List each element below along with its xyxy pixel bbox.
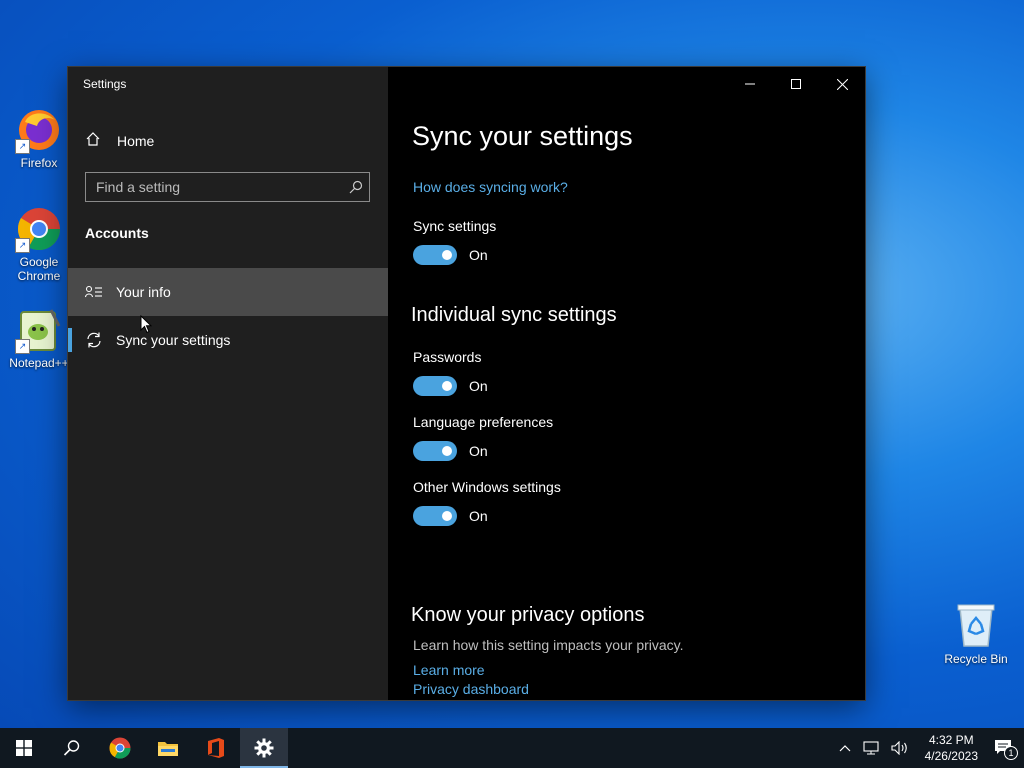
- sync-settings-label: Sync settings: [413, 218, 497, 234]
- language-preferences-label: Language preferences: [413, 414, 554, 430]
- shortcut-arrow-icon: ↗: [15, 139, 30, 154]
- search-icon[interactable]: [343, 180, 369, 194]
- minimize-icon: [745, 83, 755, 85]
- notepadpp-icon: ↗: [15, 306, 63, 354]
- start-button[interactable]: [0, 728, 48, 768]
- sidebar-item-your-info[interactable]: Your info: [68, 268, 388, 316]
- clock[interactable]: 4:32 PM 4/26/2023: [925, 732, 978, 764]
- toggle-knob: [442, 511, 452, 521]
- chrome-icon: [109, 737, 131, 759]
- sidebar-item-sync-settings[interactable]: Sync your settings: [68, 316, 388, 364]
- notification-badge: 1: [1004, 746, 1018, 760]
- toggle-knob: [442, 381, 452, 391]
- other-windows-settings-toggle[interactable]: [413, 506, 457, 526]
- settings-sidebar: Settings Home Accounts Your info: [68, 67, 388, 700]
- search-input[interactable]: [86, 178, 343, 196]
- privacy-description: Learn how this setting impacts your priv…: [413, 637, 684, 653]
- mouse-cursor-icon: [140, 314, 153, 339]
- page-title: Sync your settings: [412, 121, 633, 151]
- passwords-label: Passwords: [413, 349, 482, 365]
- desktop-icon-notepadpp[interactable]: ↗ Notepad++: [4, 306, 74, 370]
- how-syncing-works-link[interactable]: How does syncing work?: [413, 179, 568, 195]
- search-taskbar-button[interactable]: [48, 728, 96, 768]
- clock-time: 4:32 PM: [928, 733, 974, 747]
- minimize-button[interactable]: [727, 67, 773, 101]
- taskbar-file-explorer[interactable]: [144, 728, 192, 768]
- nav-home[interactable]: Home: [68, 124, 388, 158]
- learn-more-link[interactable]: Learn more: [413, 662, 485, 678]
- system-tray: 4:32 PM 4/26/2023 1: [833, 728, 1024, 768]
- section-title-accounts: Accounts: [85, 225, 149, 241]
- shortcut-arrow-icon: ↗: [15, 238, 30, 253]
- passwords-toggle-row: On: [413, 376, 488, 396]
- toggle-knob: [442, 446, 452, 456]
- toggle-knob: [442, 250, 452, 260]
- desktop-icon-label: Google Chrome: [17, 255, 61, 283]
- maximize-button[interactable]: [773, 67, 819, 101]
- volume-icon[interactable]: [891, 741, 909, 755]
- home-icon: [85, 131, 105, 152]
- clock-date: 4/26/2023: [924, 749, 978, 763]
- desktop-icon-firefox[interactable]: ↗ Firefox: [4, 106, 74, 170]
- shortcut-arrow-icon: ↗: [15, 339, 30, 354]
- toggle-state: On: [469, 247, 488, 263]
- active-indicator: [68, 328, 72, 352]
- privacy-heading: Know your privacy options: [411, 604, 645, 626]
- toggle-state: On: [469, 378, 488, 394]
- sidebar-item-label: Sync your settings: [116, 332, 231, 348]
- sync-settings-toggle-row: On: [413, 245, 488, 265]
- language-preferences-toggle-row: On: [413, 441, 488, 461]
- desktop-icon-label: Recycle Bin: [944, 652, 1008, 666]
- gear-icon: [254, 738, 274, 758]
- chrome-icon: ↗: [15, 205, 63, 253]
- search-icon: [63, 740, 80, 756]
- action-center-button[interactable]: 1: [994, 739, 1018, 760]
- desktop-icon-label: Firefox: [20, 156, 58, 170]
- passwords-toggle[interactable]: [413, 376, 457, 396]
- taskbar-office[interactable]: [192, 728, 240, 768]
- nav-home-label: Home: [117, 133, 155, 149]
- desktop-icon-label: Notepad++: [9, 356, 69, 370]
- sync-settings-toggle[interactable]: [413, 245, 457, 265]
- toggle-state: On: [469, 443, 488, 459]
- windows-logo-icon: [16, 740, 32, 756]
- taskbar-chrome[interactable]: [96, 728, 144, 768]
- firefox-icon: ↗: [15, 106, 63, 154]
- search-box[interactable]: [85, 172, 370, 202]
- individual-sync-heading: Individual sync settings: [411, 304, 617, 326]
- other-windows-settings-toggle-row: On: [413, 506, 488, 526]
- settings-window: Settings Home Accounts Your info: [68, 67, 865, 700]
- privacy-dashboard-link[interactable]: Privacy dashboard: [413, 681, 529, 697]
- language-preferences-toggle[interactable]: [413, 441, 457, 461]
- person-list-icon: [84, 285, 104, 299]
- taskbar-settings[interactable]: [240, 728, 288, 768]
- window-title: Settings: [83, 77, 127, 91]
- desktop-icon-chrome[interactable]: ↗ Google Chrome: [4, 205, 74, 283]
- recycle-bin-icon: [954, 602, 998, 648]
- taskbar: 4:32 PM 4/26/2023 1: [0, 728, 1024, 768]
- sync-icon: [84, 331, 104, 349]
- settings-content: Sync your settings How does syncing work…: [388, 67, 865, 700]
- toggle-state: On: [469, 508, 488, 524]
- close-icon: [836, 78, 848, 90]
- office-icon: [208, 738, 224, 758]
- close-button[interactable]: [819, 67, 865, 101]
- show-hidden-icons-chevron-icon[interactable]: [839, 744, 851, 752]
- network-icon[interactable]: [863, 741, 879, 755]
- desktop-icon-recycle-bin[interactable]: Recycle Bin: [940, 602, 1012, 666]
- other-windows-settings-label: Other Windows settings: [413, 479, 561, 495]
- folder-icon: [158, 742, 178, 756]
- maximize-icon: [791, 79, 801, 89]
- sidebar-item-label: Your info: [116, 284, 171, 300]
